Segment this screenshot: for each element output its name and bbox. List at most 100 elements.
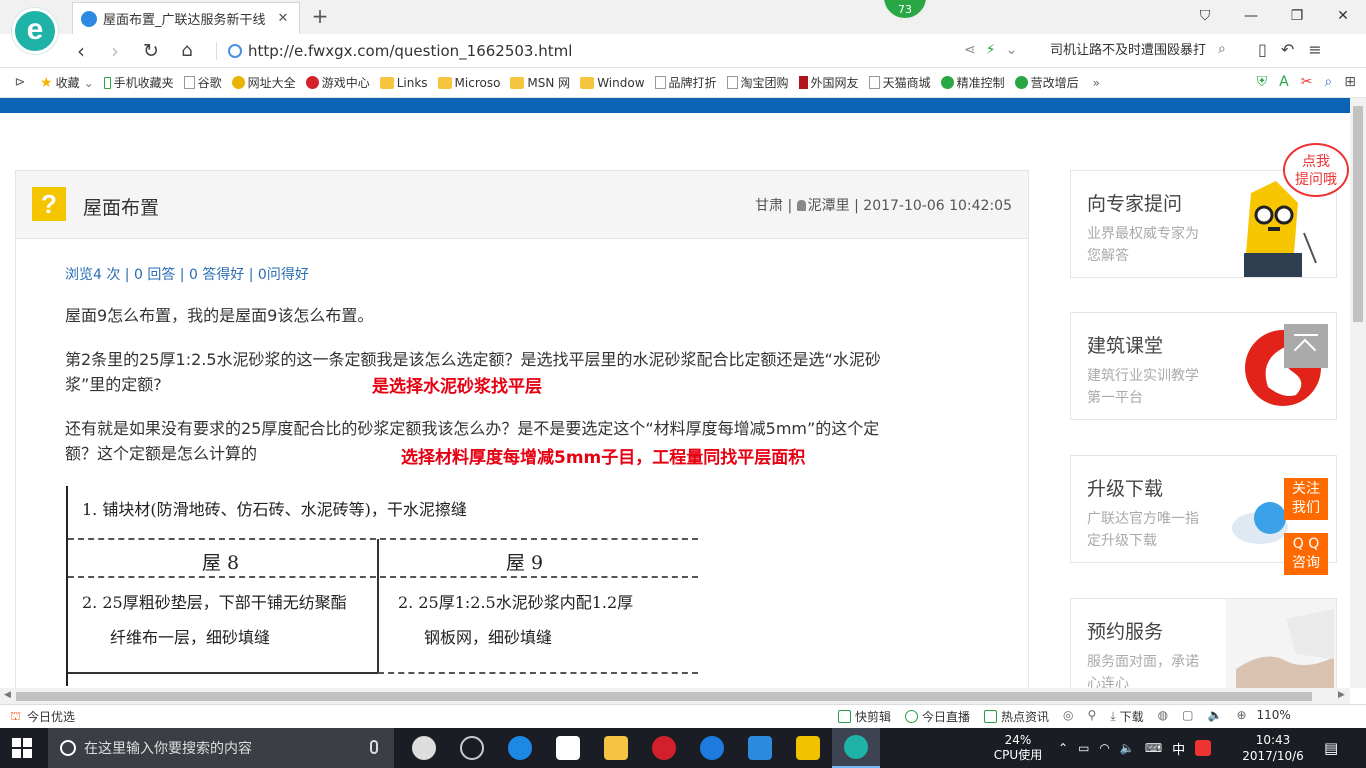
back-icon[interactable]: ‹ (68, 38, 94, 64)
bookmark-item[interactable]: 游戏中心 (305, 74, 376, 91)
share-icon[interactable]: ⋖ (964, 42, 976, 58)
windows-start-icon[interactable] (12, 738, 32, 758)
more-bookmarks-icon[interactable]: » (1093, 76, 1100, 90)
undo-icon[interactable]: ↶ (1281, 40, 1294, 59)
browser-logo-icon[interactable]: e (12, 8, 58, 54)
qq-consult-button[interactable]: Q Q 咨询 (1284, 533, 1328, 575)
taskbar-app[interactable] (592, 728, 640, 768)
search-icon[interactable]: ⌕ (1218, 41, 1226, 57)
taskbar-app-active[interactable] (832, 728, 880, 768)
shield-icon[interactable]: ⛨ (1257, 74, 1268, 90)
microphone-icon[interactable] (370, 740, 378, 754)
question-stats[interactable]: 浏览4 次 | 0 回答 | 0 答得好 | 0问得好 (65, 264, 309, 284)
status-item[interactable]: 热点资讯 (984, 708, 1049, 725)
taskbar-app[interactable] (784, 728, 832, 768)
cpu-meter[interactable]: 24% CPU使用 (990, 733, 1046, 763)
page-icon (868, 76, 880, 89)
scissors-icon[interactable]: ✂ (1301, 74, 1313, 90)
pin-icon[interactable]: ⚲ (1088, 708, 1097, 725)
chevron-down-icon[interactable]: ⌄ (1006, 42, 1018, 58)
taskbar-apps (400, 728, 880, 768)
back-to-top-button[interactable] (1284, 324, 1328, 368)
bookmark-item[interactable]: 网址大全 (231, 74, 302, 91)
taskbar-app[interactable] (640, 728, 688, 768)
bookmark-item[interactable]: 外国网友 (798, 74, 865, 91)
ime-indicator[interactable]: 中 (1172, 739, 1185, 758)
bookmark-item[interactable]: 品牌打折 (654, 74, 723, 91)
zoom-icon[interactable]: ⊕ (1236, 708, 1246, 725)
extensions: ⛨ A ✂ ⌕ ⊞ (1257, 74, 1366, 90)
bookmark-item[interactable]: 淘宝团购 (726, 74, 795, 91)
action-center-icon[interactable]: ▤ (1324, 739, 1338, 757)
vertical-scrollbar[interactable] (1350, 98, 1366, 688)
tab-close-icon[interactable]: ✕ (275, 11, 291, 26)
volume-icon[interactable]: 🔈 (1120, 741, 1135, 755)
magnifier-icon[interactable]: ⌕ (1324, 74, 1332, 90)
status-item[interactable]: 今日直播 (905, 708, 970, 725)
restore-icon[interactable]: ❐ (1274, 0, 1320, 32)
forward-icon[interactable]: › (102, 38, 128, 64)
bookmark-item[interactable]: MSN 网 (510, 74, 576, 91)
ask-me-bubble[interactable]: 点我 提问哦 (1283, 143, 1349, 197)
chevron-up-icon[interactable]: ⌃ (1058, 741, 1068, 755)
bookmark-item[interactable]: 谷歌 (183, 74, 228, 91)
home-icon[interactable]: ⌂ (174, 38, 200, 64)
taskbar-app[interactable] (544, 728, 592, 768)
bookmark-item[interactable]: Links (379, 76, 434, 90)
scroll-right-icon[interactable]: ▶ (1338, 690, 1345, 700)
toolbar-right: ▯ ↶ ≡ (1258, 40, 1322, 59)
status-item[interactable]: ⤓ 下载 (1110, 708, 1143, 725)
status-item[interactable]: 快剪辑 (838, 708, 891, 725)
taskbar-app[interactable] (688, 728, 736, 768)
battery-icon[interactable]: ▭ (1078, 741, 1089, 755)
speed-icon[interactable]: ◎ (1063, 708, 1073, 725)
wifi-icon[interactable]: ◠ (1099, 741, 1109, 755)
lightning-icon[interactable]: ⚡ (986, 42, 996, 58)
bookmark-item[interactable]: 手机收藏夹 (103, 74, 180, 91)
taskbar-search[interactable]: 在这里输入你要搜索的内容 (48, 728, 394, 768)
question-author[interactable]: 泥潭里 (808, 198, 850, 214)
address-bar[interactable]: http://e.fwxgx.com/question_1662503.html (228, 39, 948, 63)
zoom-level[interactable]: 110% (1257, 708, 1291, 725)
taskbar-app[interactable] (496, 728, 544, 768)
close-window-icon[interactable]: ✕ (1320, 0, 1366, 32)
taskbar-app[interactable] (448, 728, 496, 768)
refresh-icon[interactable]: ↻ (138, 38, 164, 64)
taskbar-app[interactable] (736, 728, 784, 768)
follow-us-button[interactable]: 关注 我们 (1284, 478, 1328, 520)
horizontal-scrollbar[interactable]: ◀ ▶ (0, 688, 1350, 704)
status-today-picks[interactable]: 今日优选 (27, 708, 75, 725)
menu-icon[interactable]: ≡ (1308, 40, 1321, 59)
phone-icon[interactable]: ▯ (1258, 40, 1267, 59)
bookmark-item[interactable]: 天猫商城 (868, 74, 937, 91)
shirt-skin-icon[interactable]: ⛉ (1182, 0, 1228, 32)
scroll-left-icon[interactable]: ◀ (4, 690, 11, 700)
window-icon[interactable]: ▢ (1182, 708, 1193, 725)
sidebar-toggle-icon[interactable]: ⊳ (0, 75, 40, 90)
taskbar-app[interactable] (400, 728, 448, 768)
bookmark-item[interactable]: Window (580, 76, 650, 90)
bookmark-item[interactable]: 精准控制 (940, 74, 1011, 91)
bookmark-item[interactable]: Microso (437, 76, 507, 90)
scrollbar-thumb[interactable] (16, 692, 1312, 701)
sogou-ime-icon[interactable] (1195, 740, 1212, 756)
taskbar-clock[interactable]: 10:43 2017/10/6 (1238, 732, 1308, 764)
search-box[interactable]: 司机让路不及时遭围殴暴打 (1050, 39, 1240, 63)
browser-icon[interactable]: ◍ (1158, 708, 1168, 725)
translate-icon[interactable]: A (1279, 74, 1289, 90)
notification-badge[interactable]: 73 (882, 0, 928, 20)
scan-col2-header: 屋 9 (506, 552, 544, 574)
browser-app-icon (844, 735, 868, 759)
keyboard-icon[interactable]: ⌨ (1145, 741, 1162, 755)
bookmark-item[interactable]: ★ 收藏 ⌄ (40, 74, 100, 91)
apps-grid-icon[interactable]: ⊞ (1344, 74, 1356, 90)
new-tab-icon[interactable]: + (308, 4, 332, 28)
scrollbar-thumb[interactable] (1353, 106, 1363, 322)
minimize-icon[interactable]: — (1228, 0, 1274, 32)
browser-tab[interactable]: 屋面布置_广联达服务新干线 ✕ (72, 2, 300, 34)
mute-icon[interactable]: 🔈 (1207, 708, 1222, 725)
download-icon: ⤓ (1110, 709, 1116, 723)
sidebar-card-appointment[interactable]: 预约服务 服务面对面，承诺心连心 (1070, 598, 1337, 688)
question-mark-icon: ? (32, 187, 66, 221)
bookmark-item[interactable]: 营改增后 (1014, 74, 1085, 91)
